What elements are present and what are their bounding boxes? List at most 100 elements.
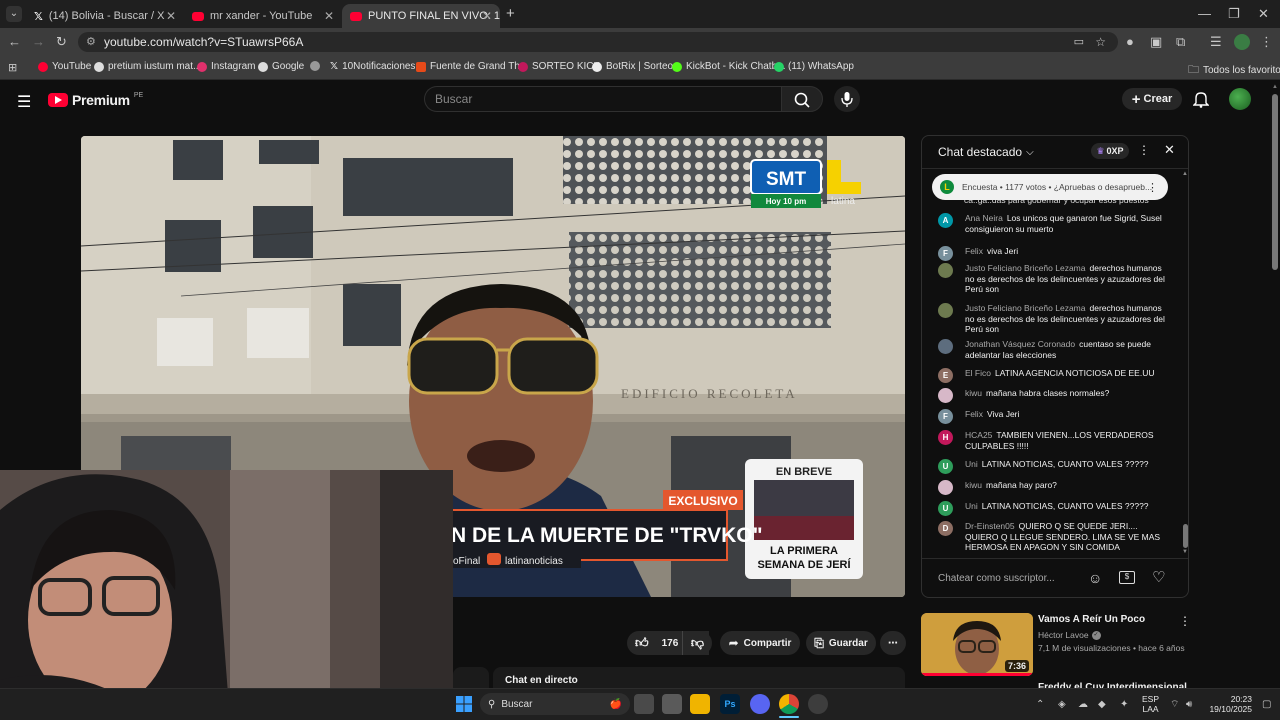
chat-author[interactable]: El Fico [965,368,991,378]
chat-author[interactable]: Ana Neira [965,213,1003,223]
avatar[interactable]: H [938,430,953,445]
page-scroll-up-icon[interactable]: ▲ [1272,84,1278,90]
profile-avatar[interactable] [1234,34,1250,50]
forward-icon[interactable]: → [32,34,45,50]
clock[interactable]: 20:23 19/10/2025 [1206,694,1252,714]
poll-banner[interactable]: L Encuesta • 1177 votos • ¿Apruebas o de… [932,174,1168,200]
related-title[interactable]: Vamos A Reír Un Poco [1038,614,1145,625]
chat-author[interactable]: Dr-Einsten05 [965,521,1015,531]
related-channel[interactable]: Héctor Lavoe ✓ [1038,630,1101,640]
photoshop-icon[interactable]: Ps [720,694,740,714]
search-button[interactable] [781,86,823,112]
scroll-up-icon[interactable]: ▲ [1182,171,1188,177]
cast-icon[interactable]: ▭ [1074,32,1084,52]
chat-author[interactable]: kiwu [965,480,982,490]
tab-bolivia-x[interactable]: 𝕏 (14) Bolivia - Buscar / X ✕ [26,4,184,28]
bookmark-notificaciones[interactable]: 𝕏 10Notificaciones [330,61,415,72]
avatar[interactable] [938,263,953,278]
bookmark-pretium[interactable]: pretium iustum mat... [94,61,201,72]
page-scrollbar[interactable]: ▲ [1270,82,1280,688]
bookmark-grand-theft[interactable]: Fuente de Grand Th... [416,61,528,72]
share-button[interactable]: ➦ Compartir [720,631,800,655]
windows-start-icon[interactable] [454,694,474,714]
notification-center-icon[interactable]: ▢ [1262,697,1271,713]
close-icon[interactable]: ✕ [324,9,334,23]
bookmark-botrix[interactable]: BotRix | Sorteos [592,61,678,72]
taskbar-search[interactable]: ⚲ Buscar 🍎 [480,693,630,715]
search-input[interactable]: Buscar [424,86,782,112]
bookmark-globe[interactable] [310,61,324,71]
show-hidden-icons-icon[interactable]: ⌃ [1036,697,1044,713]
task-view-icon[interactable] [634,694,654,714]
chat-input[interactable]: Chatear como suscriptor... [938,567,1088,591]
apps-grid-icon[interactable]: ⊞ [8,60,17,76]
chat-menu-dots-icon[interactable]: ⋮ [1138,143,1150,157]
avatar[interactable]: U [938,459,953,474]
tab-search-chevron-icon[interactable]: ⌄ [6,6,22,22]
bookmark-sorteo-kick[interactable]: SORTEO KICK [518,61,600,72]
avatar[interactable]: E [938,368,953,383]
chat-author[interactable]: Felix [965,246,983,256]
hamburger-menu-icon[interactable]: ☰ [17,92,31,112]
all-bookmarks[interactable]: 🗀 Todos los favoritos [1188,61,1280,80]
create-button[interactable]: + Crear [1122,88,1182,110]
close-chat-icon[interactable]: ✕ [1164,142,1175,158]
avatar[interactable]: F [938,409,953,424]
url-field[interactable]: ⚙ youtube.com/watch?v=STuawrsP66A ▭ ☆ [78,32,1118,52]
more-actions-button[interactable]: ⋯ [880,631,906,655]
chat-author[interactable]: Justo Feliciano Briceño Lezama [965,263,1085,273]
extension-icon[interactable]: ▣ [1150,34,1162,50]
emoji-icon[interactable]: ☺ [1088,570,1102,586]
chat-author[interactable]: Felix [965,409,983,419]
extension-icon[interactable]: ● [1126,34,1134,50]
bookmark-star-icon[interactable]: ☆ [1095,32,1106,52]
avatar[interactable] [938,339,953,354]
dislike-button[interactable]: 👎︎ [682,631,712,655]
page-scroll-thumb[interactable] [1272,94,1278,270]
youtube-logo[interactable]: Premium PE [48,92,143,108]
file-explorer-icon[interactable] [690,694,710,714]
xp-badge[interactable]: ♛ 0XP [1091,143,1129,159]
tab-punto-final[interactable]: PUNTO FINAL EN VIVO: 19 DE ✕ [342,4,500,28]
close-icon[interactable]: ✕ [166,9,176,23]
chat-scrollbar[interactable]: ▲ ▼ [1182,171,1188,557]
bookmark-kickbot[interactable]: KickBot - Kick Chatb... [672,61,785,72]
extensions-puzzle-icon[interactable]: ⧉ [1176,34,1185,50]
avatar[interactable]: U [938,501,953,516]
avatar[interactable] [938,480,953,495]
chat-author[interactable]: Justo Feliciano Briceño Lezama [965,303,1085,313]
volume-icon[interactable]: 🔊︎ [1186,697,1192,713]
heart-icon[interactable]: ♡ [1152,568,1165,586]
avatar[interactable]: A [938,213,953,228]
chat-scroll-thumb[interactable] [1183,524,1188,548]
live-chat-replay-panel[interactable]: Chat en directo [493,667,905,688]
reload-icon[interactable]: ↻ [56,34,67,50]
chat-author[interactable]: Uni [965,459,978,469]
back-icon[interactable]: ← [8,34,21,50]
super-chat-icon[interactable]: $ [1119,571,1135,584]
minimize-icon[interactable]: — [1198,6,1211,22]
maximize-icon[interactable]: ❐ [1228,6,1240,22]
account-avatar[interactable] [1229,88,1251,110]
wifi-icon[interactable]: ⌔ [1170,697,1179,713]
discord-icon[interactable] [750,694,770,714]
avatar[interactable]: D [938,521,953,536]
bookmark-google[interactable]: Google [258,61,304,72]
app-icon[interactable] [662,694,682,714]
chat-author[interactable]: Uni [965,501,978,511]
avatar[interactable] [938,303,953,318]
window-close-icon[interactable]: ✕ [1258,6,1269,22]
voice-search-button[interactable] [834,86,860,112]
tray-app-icon[interactable]: ◆ [1098,697,1106,713]
reading-list-icon[interactable]: ☰ [1210,34,1222,50]
chat-mode-selector[interactable]: Chat destacado ⌵ [938,145,1034,159]
menu-dots-icon[interactable]: ⋮ [1260,34,1273,50]
language-indicator[interactable]: ESP LAA [1142,694,1159,714]
bookmark-whatsapp[interactable]: (11) WhatsApp [774,61,854,72]
close-icon[interactable]: ✕ [482,9,492,23]
bookmark-instagram[interactable]: Instagram [197,61,255,72]
onedrive-icon[interactable]: ☁ [1078,697,1088,713]
new-tab-button[interactable]: + [506,5,515,22]
scroll-down-icon[interactable]: ▼ [1182,549,1188,555]
description-box[interactable] [453,667,489,688]
